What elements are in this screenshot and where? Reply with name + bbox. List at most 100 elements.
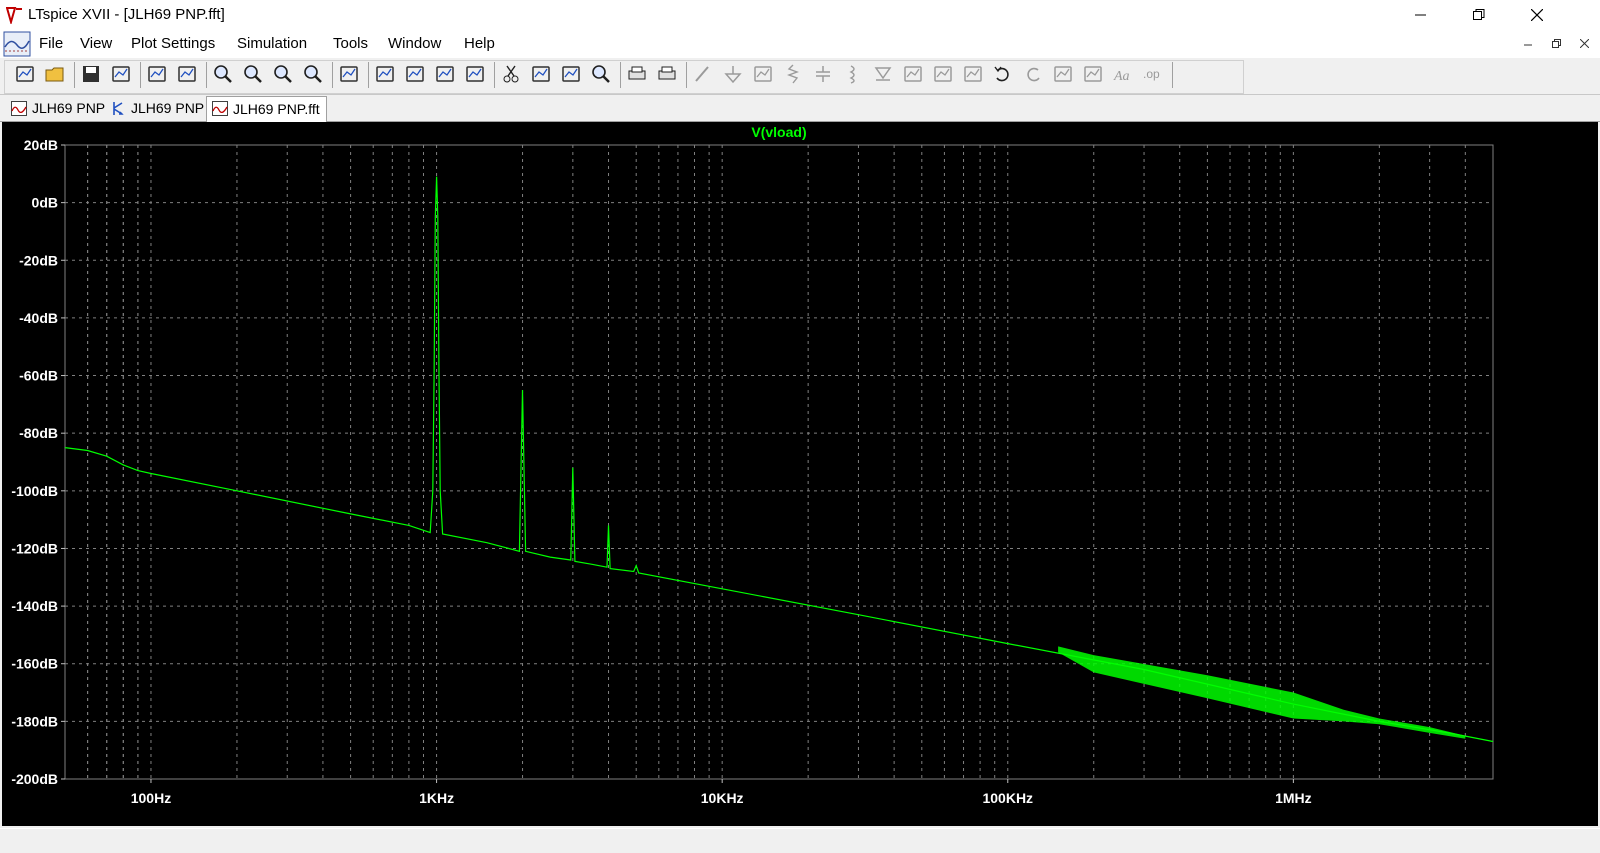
print-button[interactable] [654, 60, 681, 88]
copy-button[interactable] [528, 60, 555, 88]
cut-button[interactable] [498, 60, 525, 88]
undo-button[interactable] [990, 60, 1017, 88]
window-title: LTspice XVII - [JLH69 PNP.fft] [28, 6, 225, 23]
tab-jlh69-pnp-schematic[interactable]: JLH69 PNP [105, 97, 210, 120]
find-button[interactable] [588, 60, 615, 88]
new-schematic-button[interactable] [12, 60, 39, 88]
toolbar-separator [74, 62, 75, 88]
menu-tools[interactable]: Tools [333, 35, 368, 52]
toolbar-separator [206, 62, 207, 88]
zoom-out-button[interactable] [270, 60, 297, 88]
copy-icon [532, 66, 550, 82]
close-button[interactable] [1514, 0, 1560, 30]
drag-button[interactable] [960, 60, 987, 88]
y-tick-label: -40dB [19, 310, 58, 326]
noise-band [1058, 646, 1466, 739]
zoom-area-button[interactable] [240, 60, 267, 88]
mdi-restore-button[interactable] [1546, 34, 1566, 52]
diode-icon [874, 67, 892, 81]
print-setup-icon [628, 66, 646, 80]
mdi-close-button[interactable] [1574, 34, 1594, 52]
component-icon [904, 66, 922, 82]
cascade-button[interactable] [462, 60, 489, 88]
minimize-button[interactable] [1398, 0, 1444, 30]
menu-window[interactable]: Window [388, 35, 441, 52]
x-tick-label: 10KHz [701, 790, 744, 806]
y-tick-label: -20dB [19, 252, 58, 268]
toolbar-separator [620, 62, 621, 88]
plot-document-icon[interactable] [3, 31, 31, 57]
restore-button[interactable] [1456, 0, 1502, 30]
control-panel-button[interactable] [108, 60, 135, 88]
capacitor-button[interactable] [810, 60, 837, 88]
move-button[interactable] [930, 60, 957, 88]
tile-vertical-button[interactable] [432, 60, 459, 88]
redo-button[interactable] [1020, 60, 1047, 88]
y-tick-label: -60dB [19, 368, 58, 384]
y-tick-label: -80dB [19, 425, 58, 441]
component-button[interactable] [900, 60, 927, 88]
tab-jlh69-pnp-fft[interactable]: JLH69 PNP.fft [206, 96, 327, 122]
wire-icon [695, 66, 709, 82]
open-button[interactable] [42, 60, 69, 88]
fft-plot[interactable]: 20dB 0dB -20dB -40dB -60dB -80dB -100dB -120dB -… [2, 122, 1598, 826]
resistor-button[interactable] [780, 60, 807, 88]
x-tick-label: 100KHz [982, 790, 1033, 806]
tab-jlh69-pnp-plot[interactable]: JLH69 PNP [6, 97, 111, 120]
menu-simulation[interactable]: Simulation [237, 35, 307, 52]
restore-icon [1551, 38, 1561, 48]
menu-file[interactable]: File [39, 35, 63, 52]
halt-icon [178, 66, 196, 82]
zoom-in-button[interactable] [210, 60, 237, 88]
plot-icon [11, 101, 27, 116]
restore-icon [1473, 9, 1485, 20]
print-setup-button[interactable] [624, 60, 651, 88]
halt-button[interactable] [174, 60, 201, 88]
mirror-button[interactable] [1080, 60, 1107, 88]
toolbar-separator [686, 62, 687, 88]
toolbar-separator [1172, 62, 1173, 88]
move-icon [934, 66, 952, 82]
rotate-button[interactable] [1050, 60, 1077, 88]
inductor-icon [849, 65, 855, 84]
save-button[interactable] [78, 60, 105, 88]
svg-text:.op: .op [1143, 67, 1160, 81]
plot-window-button[interactable] [372, 60, 399, 88]
spice-directive-icon: .op [1143, 67, 1160, 81]
zoom-fit-button[interactable] [300, 60, 327, 88]
cut-icon [503, 65, 519, 83]
capacitor-icon [816, 66, 830, 82]
find-icon [592, 65, 610, 83]
wire-button[interactable] [690, 60, 717, 88]
menu-help[interactable]: Help [464, 35, 495, 52]
text-button[interactable]: Aa [1110, 60, 1137, 88]
run-button[interactable] [144, 60, 171, 88]
inductor-button[interactable] [840, 60, 867, 88]
zoom-in-icon [214, 65, 232, 83]
waveform-plot-pane[interactable]: 20dB 0dB -20dB -40dB -60dB -80dB -100dB -120dB -… [2, 122, 1598, 826]
autorange-button[interactable] [336, 60, 363, 88]
cascade-icon [466, 66, 484, 82]
menu-plot-settings[interactable]: Plot Settings [131, 35, 215, 52]
ltspice-app-icon [6, 7, 22, 24]
label-net-button[interactable] [750, 60, 777, 88]
ground-icon [724, 66, 742, 84]
mdi-minimize-button[interactable] [1518, 34, 1538, 52]
y-tick-label: -140dB [11, 598, 58, 614]
plot-window-icon [376, 66, 394, 82]
y-tick-label: 20dB [24, 137, 58, 153]
undo-icon [994, 66, 1009, 82]
spice-directive-button[interactable]: .op [1140, 60, 1167, 88]
diode-button[interactable] [870, 60, 897, 88]
menu-view[interactable]: View [80, 35, 112, 52]
open-icon [45, 67, 64, 82]
paste-icon [562, 66, 580, 82]
y-tick-label: -100dB [11, 483, 58, 499]
y-tick-label: -180dB [11, 713, 58, 729]
tile-horizontal-button[interactable] [402, 60, 429, 88]
y-tick-label: -200dB [11, 771, 58, 787]
zoom-out-icon [274, 65, 292, 83]
tab-label: JLH69 PNP [131, 100, 205, 116]
paste-button[interactable] [558, 60, 585, 88]
ground-button[interactable] [720, 60, 747, 88]
